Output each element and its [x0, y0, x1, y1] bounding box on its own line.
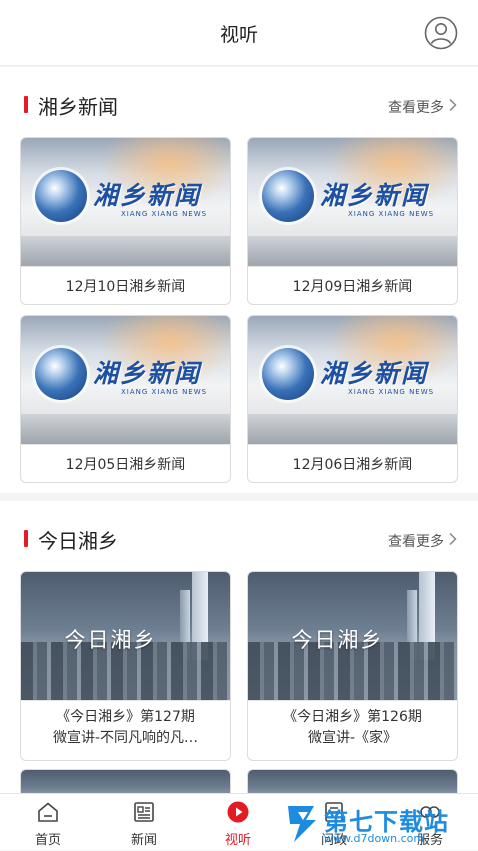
thumbnail-logo: 湘乡新闻 [93, 181, 202, 210]
video-thumbnail: 湘乡新闻 XIANG XIANG NEWS [248, 316, 457, 444]
video-caption: 12月06日湘乡新闻 [248, 444, 457, 482]
video-card[interactable] [20, 769, 231, 793]
globe-icon [262, 170, 314, 222]
thumbnail-logo-sub: XIANG XIANG NEWS [121, 210, 208, 218]
page-title: 视听 [219, 24, 258, 46]
section-header: 湘乡新闻 查看更多 [0, 67, 478, 137]
watermark-url: www.d7down.com [324, 832, 425, 845]
thumbnail-logo-sub: XIANG XIANG NEWS [348, 210, 435, 218]
user-circle-icon[interactable] [424, 16, 458, 50]
see-more-link[interactable]: 查看更多 [388, 97, 444, 117]
video-caption-line1: 《今日湘乡》第127期 [56, 709, 195, 725]
tab-label: 首页 [34, 833, 61, 848]
thumbnail-title: 今日湘乡 [64, 628, 157, 652]
watermark-logo-icon [288, 806, 316, 842]
thumbnail-title: 今日湘乡 [291, 628, 384, 652]
video-thumbnail: 湘乡新闻 XIANG XIANG NEWS [21, 138, 230, 266]
chevron-right-icon[interactable] [446, 532, 460, 546]
watermark: 第七下载站 www.d7down.com [284, 800, 478, 850]
content-scroll[interactable]: 湘乡新闻 查看更多 湘乡新闻 XIANG XIANG NEWS 12月10日湘乡… [0, 67, 478, 793]
next-row-peek [0, 761, 478, 793]
tab-audiovisual[interactable]: 视听 [190, 794, 286, 851]
chevron-right-icon[interactable] [446, 98, 460, 112]
home-icon [38, 802, 58, 822]
globe-icon [35, 170, 87, 222]
section-xiangxiang-news: 湘乡新闻 查看更多 湘乡新闻 XIANG XIANG NEWS 12月10日湘乡… [0, 67, 478, 493]
video-thumbnail: 湘乡新闻 XIANG XIANG NEWS [248, 138, 457, 266]
video-thumbnail: 今日湘乡 [21, 572, 230, 700]
tab-label: 新闻 [130, 833, 157, 848]
video-card[interactable]: 今日湘乡 《今日湘乡》第127期 微宣讲-不同凡响的凡… [20, 571, 231, 761]
video-caption-line2: 微宣讲-《家》 [307, 730, 398, 746]
video-caption: 《今日湘乡》第127期 微宣讲-不同凡响的凡… [21, 700, 230, 760]
newspaper-icon [134, 802, 154, 822]
section-today-xiangxiang: 今日湘乡 查看更多 今日湘乡 《今日湘乡》第127期 微宣讲-不同凡响的凡… 今… [0, 501, 478, 793]
video-caption-line2: 微宣讲-不同凡响的凡… [52, 730, 199, 746]
thumbnail-logo: 湘乡新闻 [93, 359, 202, 388]
thumbnail-logo: 湘乡新闻 [320, 359, 429, 388]
video-caption: 《今日湘乡》第126期 微宣讲-《家》 [248, 700, 457, 760]
tab-news[interactable]: 新闻 [96, 794, 192, 851]
video-caption-line1: 《今日湘乡》第126期 [283, 709, 422, 725]
see-more-link[interactable]: 查看更多 [388, 531, 444, 551]
video-card[interactable]: 湘乡新闻 XIANG XIANG NEWS 12月05日湘乡新闻 [20, 315, 231, 483]
top-bar: 视听 [0, 0, 478, 66]
section-title: 今日湘乡 [38, 529, 118, 553]
tab-label: 视听 [224, 833, 251, 848]
section-accent-bar [24, 96, 28, 113]
thumbnail-logo: 湘乡新闻 [320, 181, 429, 210]
section-accent-bar [24, 530, 28, 547]
video-card[interactable]: 今日湘乡 《今日湘乡》第126期 微宣讲-《家》 [247, 571, 458, 761]
video-caption: 12月05日湘乡新闻 [21, 444, 230, 482]
video-card[interactable]: 湘乡新闻 XIANG XIANG NEWS 12月09日湘乡新闻 [247, 137, 458, 305]
video-card[interactable] [247, 769, 458, 793]
section-title: 湘乡新闻 [38, 95, 118, 119]
thumbnail-logo-sub: XIANG XIANG NEWS [121, 388, 208, 396]
video-card[interactable]: 湘乡新闻 XIANG XIANG NEWS 12月06日湘乡新闻 [247, 315, 458, 483]
video-caption: 12月10日湘乡新闻 [21, 266, 230, 304]
globe-icon [35, 348, 87, 400]
play-circle-icon [227, 801, 249, 823]
thumbnail-logo-sub: XIANG XIANG NEWS [348, 388, 435, 396]
video-thumbnail: 湘乡新闻 XIANG XIANG NEWS [21, 316, 230, 444]
video-caption: 12月09日湘乡新闻 [248, 266, 457, 304]
globe-icon [262, 348, 314, 400]
video-card[interactable]: 湘乡新闻 XIANG XIANG NEWS 12月10日湘乡新闻 [20, 137, 231, 305]
video-thumbnail: 今日湘乡 [248, 572, 457, 700]
section-header: 今日湘乡 查看更多 [0, 501, 478, 571]
tab-home[interactable]: 首页 [0, 794, 96, 851]
